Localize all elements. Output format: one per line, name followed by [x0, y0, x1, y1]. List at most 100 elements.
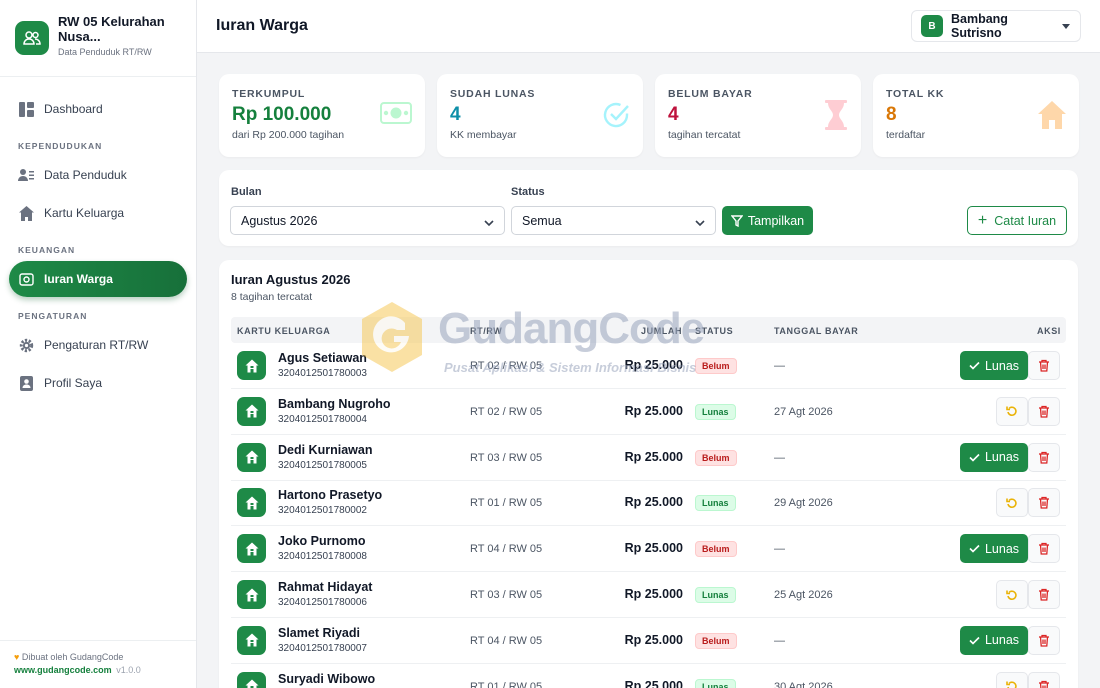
amount-cell: Rp 25.000: [624, 449, 683, 464]
table-row: Bambang Nugroho 3204012501780004 RT 02 / R…: [231, 389, 1066, 435]
table-row: Hartono Prasetyo 3204012501780002 RT 01 / …: [231, 480, 1066, 527]
payment-date: —: [774, 360, 785, 372]
mark-lunas-button[interactable]: Lunas: [960, 534, 1028, 564]
undo-payment-button[interactable]: [996, 396, 1028, 426]
sidebar-item-label: Iuran Warga: [44, 272, 113, 286]
house-icon: [237, 396, 266, 426]
check-icon: [969, 545, 980, 553]
delete-button[interactable]: [1028, 625, 1060, 655]
bulan-value: Agustus 2026: [241, 213, 318, 228]
table-row: Suryadi Wibowo RT 01 / RW 05 Rp 25.000 Luna…: [231, 664, 1066, 688]
undo-payment-button[interactable]: [996, 488, 1028, 518]
rtrw-cell: RT 02 / RW 05: [470, 405, 543, 418]
made-by-text: Dibuat oleh GudangCode: [21, 652, 124, 662]
kk-name[interactable]: Bambang Nugroho: [278, 397, 391, 411]
kk-name[interactable]: Slamet Riyadi: [278, 626, 360, 640]
delete-button[interactable]: [1028, 534, 1060, 564]
sidebar-item-label: Data Penduduk: [44, 168, 127, 182]
mark-lunas-button[interactable]: Lunas: [960, 442, 1028, 472]
mark-lunas-button[interactable]: Lunas: [960, 351, 1028, 380]
plus-icon: +: [977, 211, 988, 229]
kk-number: 3204012501780004: [278, 413, 367, 425]
kk-number: 3204012501780002: [278, 505, 367, 517]
delete-button[interactable]: [1028, 442, 1060, 472]
sidebar-item-profil[interactable]: Profil Saya: [9, 365, 187, 401]
catat-iuran-button[interactable]: + Catat Iuran: [967, 206, 1067, 235]
bulan-select[interactable]: Agustus 2026: [230, 206, 505, 235]
trash-icon: [1039, 497, 1049, 510]
kk-name[interactable]: Suryadi Wibowo: [278, 672, 375, 686]
payment-date: —: [774, 634, 785, 647]
hourglass-icon: [823, 100, 849, 135]
user-menu-button[interactable]: B Bambang Sutrisno: [911, 10, 1081, 42]
house-icon: [1037, 100, 1067, 135]
nav-section-keuangan: KEUANGAN: [18, 245, 76, 255]
house-icon: [237, 351, 266, 380]
house-icon: [18, 205, 34, 221]
kk-number: 3204012501780006: [278, 597, 367, 608]
iuran-table-card: Iuran Agustus 2026 8 tagihan tercatat KA…: [219, 260, 1078, 688]
undo-payment-button[interactable]: [996, 580, 1028, 609]
status-badge: Belum: [695, 541, 737, 558]
delete-button[interactable]: [1028, 488, 1060, 518]
sidebar-item-data-penduduk[interactable]: Data Penduduk: [9, 157, 187, 193]
payment-date: 29 Agt 2026: [774, 497, 833, 510]
trash-icon: [1039, 543, 1049, 555]
sidebar-item-label: Pengaturan RT/RW: [44, 338, 149, 352]
bulan-label: Bulan: [231, 186, 262, 198]
sidebar-item-iuran-warga[interactable]: Iuran Warga: [9, 261, 187, 297]
undo-payment-button[interactable]: [996, 671, 1028, 688]
kk-name[interactable]: Agus Setiawan: [278, 351, 367, 365]
sidebar-item-dashboard[interactable]: Dashboard: [9, 91, 187, 127]
kk-name[interactable]: Hartono Prasetyo: [278, 488, 382, 502]
payment-date: 25 Agt 2026: [774, 589, 833, 601]
kk-number: 3204012501780005: [278, 459, 367, 471]
table-row: Slamet Riyadi 3204012501780007 RT 04 / RW …: [231, 618, 1066, 664]
status-select[interactable]: Semua: [511, 206, 716, 235]
amount-cell: Rp 25.000: [624, 587, 683, 601]
avatar: B: [921, 15, 943, 37]
top-header: Iuran Warga B Bambang Sutrisno: [197, 0, 1100, 53]
rtrw-cell: RT 02 / RW 05: [470, 360, 543, 372]
status-value: Semua: [522, 213, 562, 228]
payment-date: —: [774, 543, 785, 556]
mark-lunas-button[interactable]: Lunas: [960, 625, 1028, 655]
lunas-label: Lunas: [984, 358, 1020, 373]
delete-button[interactable]: [1028, 580, 1060, 609]
chevron-down-icon: [695, 216, 705, 230]
brand-subtitle: Data Penduduk RT/RW: [58, 47, 152, 57]
rtrw-cell: RT 04 / RW 05: [470, 634, 543, 647]
lunas-label: Lunas: [984, 450, 1020, 465]
stat-card-total-kk: TOTAL KK 8 terdaftar: [873, 74, 1079, 157]
dashboard-icon: [18, 101, 34, 117]
stat-label: SUDAH LUNAS: [450, 88, 536, 100]
undo-icon: [1006, 589, 1017, 600]
users-icon: [15, 21, 49, 55]
delete-button[interactable]: [1028, 671, 1060, 688]
check-icon: [969, 636, 980, 645]
house-icon: [237, 534, 266, 564]
tampilkan-button[interactable]: Tampilkan: [722, 206, 813, 235]
payment-date: —: [774, 451, 785, 464]
status-badge: Lunas: [695, 403, 736, 420]
sidebar-item-kartu-keluarga[interactable]: Kartu Keluarga: [9, 195, 187, 231]
kk-name[interactable]: Rahmat Hidayat: [278, 580, 372, 594]
brand-title: RW 05 Kelurahan Nusa...: [58, 14, 165, 44]
delete-button[interactable]: [1028, 396, 1060, 426]
sidebar-item-label: Kartu Keluarga: [44, 206, 125, 220]
table-subtitle: 8 tagihan tercatat: [231, 291, 313, 303]
delete-button[interactable]: [1028, 351, 1060, 380]
user-list-icon: [18, 167, 34, 183]
undo-icon: [1006, 681, 1017, 688]
kk-name[interactable]: Joko Purnomo: [278, 534, 366, 548]
stat-label: TERKUMPUL: [232, 88, 306, 100]
filter-panel: Bulan Agustus 2026 Status Semua Tampilka…: [219, 170, 1078, 246]
kk-name[interactable]: Dedi Kurniawan: [278, 443, 372, 457]
col-status: STATUS: [695, 326, 734, 336]
sidebar-item-pengaturan[interactable]: Pengaturan RT/RW: [9, 327, 187, 363]
col-jumlah: JUMLAH: [641, 326, 683, 336]
rtrw-cell: RT 01 / RW 05: [470, 497, 543, 510]
footer-link[interactable]: www.gudangcode.com: [14, 665, 112, 675]
trash-icon: [1039, 588, 1049, 601]
catat-iuran-label: Catat Iuran: [994, 213, 1057, 228]
